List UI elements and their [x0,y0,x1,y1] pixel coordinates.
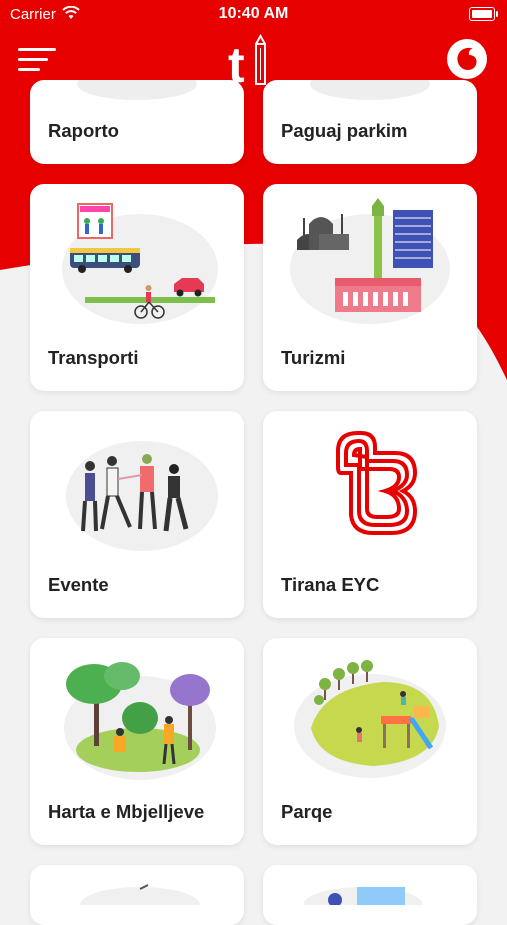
parking-illustration-icon [310,80,430,100]
clock: 10:40 AM [218,5,289,22]
battery-icon [469,7,498,21]
tile-turizmi[interactable]: Turizmi [263,184,477,391]
hamburger-menu-icon[interactable] [18,46,58,74]
tile-raporto[interactable]: Raporto [30,80,244,164]
tile-parqe[interactable]: Parqe [263,638,477,845]
tile-label: Turizmi [281,347,346,368]
svg-text:t: t [228,37,245,86]
tile-label: Transporti [48,347,139,368]
vodafone-logo-icon[interactable] [446,38,488,80]
tirana-logo-icon: t [228,34,266,86]
bus-bicycle-car-illustration-icon [62,203,218,324]
tile-label: Paguaj parkim [281,120,408,141]
tile-paguaj-parkim[interactable]: Paguaj parkim [263,80,477,164]
tirana-eyc-logo-icon [336,431,418,535]
tile-label: Harta e Mbjelljeve [48,801,205,822]
tile-label: Evente [48,574,109,595]
tile-transporti[interactable]: Transporti [30,184,244,391]
tile-label: Tirana EYC [281,574,380,595]
tile-label: Raporto [48,120,119,141]
tree-planting-illustration-icon [64,662,216,780]
tile-tirana-eyc[interactable]: Tirana EYC [263,411,477,618]
tile-next-right[interactable] [263,865,477,925]
city-landmarks-illustration-icon [290,198,450,324]
status-bar: Carrier 10:40 AM [0,0,507,28]
people-event-illustration-icon [66,441,218,551]
park-playground-illustration-icon [294,660,446,778]
partial-illustration-icon [80,884,200,905]
tile-harta-e-mbjelljeve[interactable]: Harta e Mbjelljeve [30,638,244,845]
report-illustration-icon [77,80,197,100]
partial-illustration-icon [303,887,423,905]
tile-evente[interactable]: Evente [30,411,244,618]
tile-label: Parqe [281,801,333,822]
tile-next-left[interactable] [30,865,244,925]
